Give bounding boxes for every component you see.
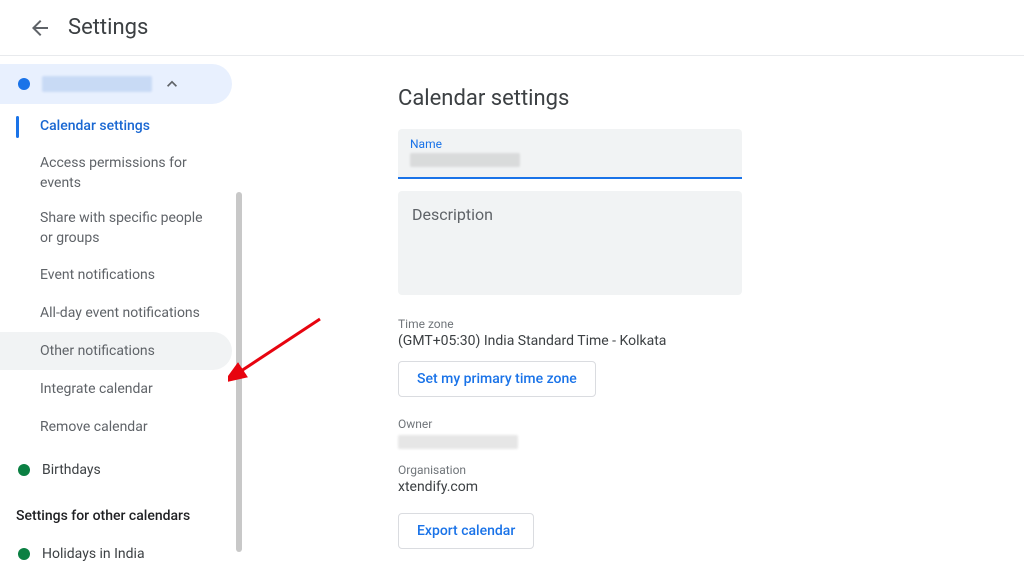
name-input[interactable]: Name (398, 129, 742, 179)
sidebar-item-remove-calendar[interactable]: Remove calendar (0, 408, 232, 446)
name-input-label: Name (410, 137, 730, 151)
timezone-value: (GMT+05:30) India Standard Time - Kolkat… (398, 333, 1024, 349)
description-placeholder: Description (412, 205, 493, 224)
chevron-up-icon (156, 68, 188, 100)
sidebar: Calendar settings Access permissions for… (0, 56, 248, 565)
name-value-redacted (410, 153, 520, 167)
main-content: Calendar settings Name Description Time … (248, 56, 1024, 565)
sidebar-item-label: All-day event notifications (40, 304, 200, 324)
organisation-value: xtendify.com (398, 479, 1024, 495)
export-calendar-button[interactable]: Export calendar (398, 513, 534, 549)
owner-label: Owner (398, 417, 1024, 431)
sidebar-item-integrate-calendar[interactable]: Integrate calendar (0, 370, 232, 408)
sidebar-item-label: Birthdays (42, 462, 101, 478)
sidebar-item-holidays-india[interactable]: Holidays in India (0, 534, 248, 574)
calendar-name-redacted (42, 76, 152, 92)
sidebar-section-other-calendars: Settings for other calendars (0, 490, 248, 534)
sidebar-item-event-notifications[interactable]: Event notifications (0, 256, 232, 294)
sidebar-item-label: Access permissions for events (40, 154, 216, 193)
description-input[interactable]: Description (398, 191, 742, 295)
back-button[interactable] (20, 8, 60, 48)
sidebar-item-birthdays[interactable]: Birthdays (0, 450, 248, 490)
sidebar-calendar-expander[interactable] (0, 64, 232, 104)
sidebar-item-label: Remove calendar (40, 418, 148, 438)
sidebar-item-label: Share with specific people or groups (40, 209, 216, 248)
sidebar-item-label: Calendar settings (40, 117, 150, 137)
sidebar-item-calendar-settings[interactable]: Calendar settings (0, 108, 232, 146)
sidebar-item-allday-notifications[interactable]: All-day event notifications (0, 294, 232, 332)
sidebar-item-share-specific[interactable]: Share with specific people or groups (0, 201, 232, 256)
settings-header: Settings (0, 0, 1024, 56)
sidebar-subitems: Calendar settings Access permissions for… (0, 108, 248, 446)
scrollbar-thumb[interactable] (236, 192, 242, 552)
page-title: Settings (68, 15, 148, 40)
set-primary-timezone-button[interactable]: Set my primary time zone (398, 361, 596, 397)
owner-value-redacted (398, 435, 518, 449)
button-label: Export calendar (417, 523, 515, 539)
sidebar-item-label: Other notifications (40, 342, 155, 362)
calendar-color-dot (18, 464, 30, 476)
sidebar-item-access-permissions[interactable]: Access permissions for events (0, 146, 232, 201)
sidebar-item-label: Event notifications (40, 266, 155, 286)
sidebar-item-label: Holidays in India (42, 546, 145, 562)
organisation-label: Organisation (398, 463, 1024, 477)
arrow-left-icon (28, 16, 52, 40)
calendar-color-dot (18, 78, 30, 90)
calendar-color-dot (18, 548, 30, 560)
button-label: Set my primary time zone (417, 371, 577, 387)
sidebar-item-other-notifications[interactable]: Other notifications (0, 332, 232, 370)
section-heading: Calendar settings (398, 86, 1024, 111)
timezone-label: Time zone (398, 317, 1024, 331)
sidebar-item-label: Integrate calendar (40, 380, 153, 400)
